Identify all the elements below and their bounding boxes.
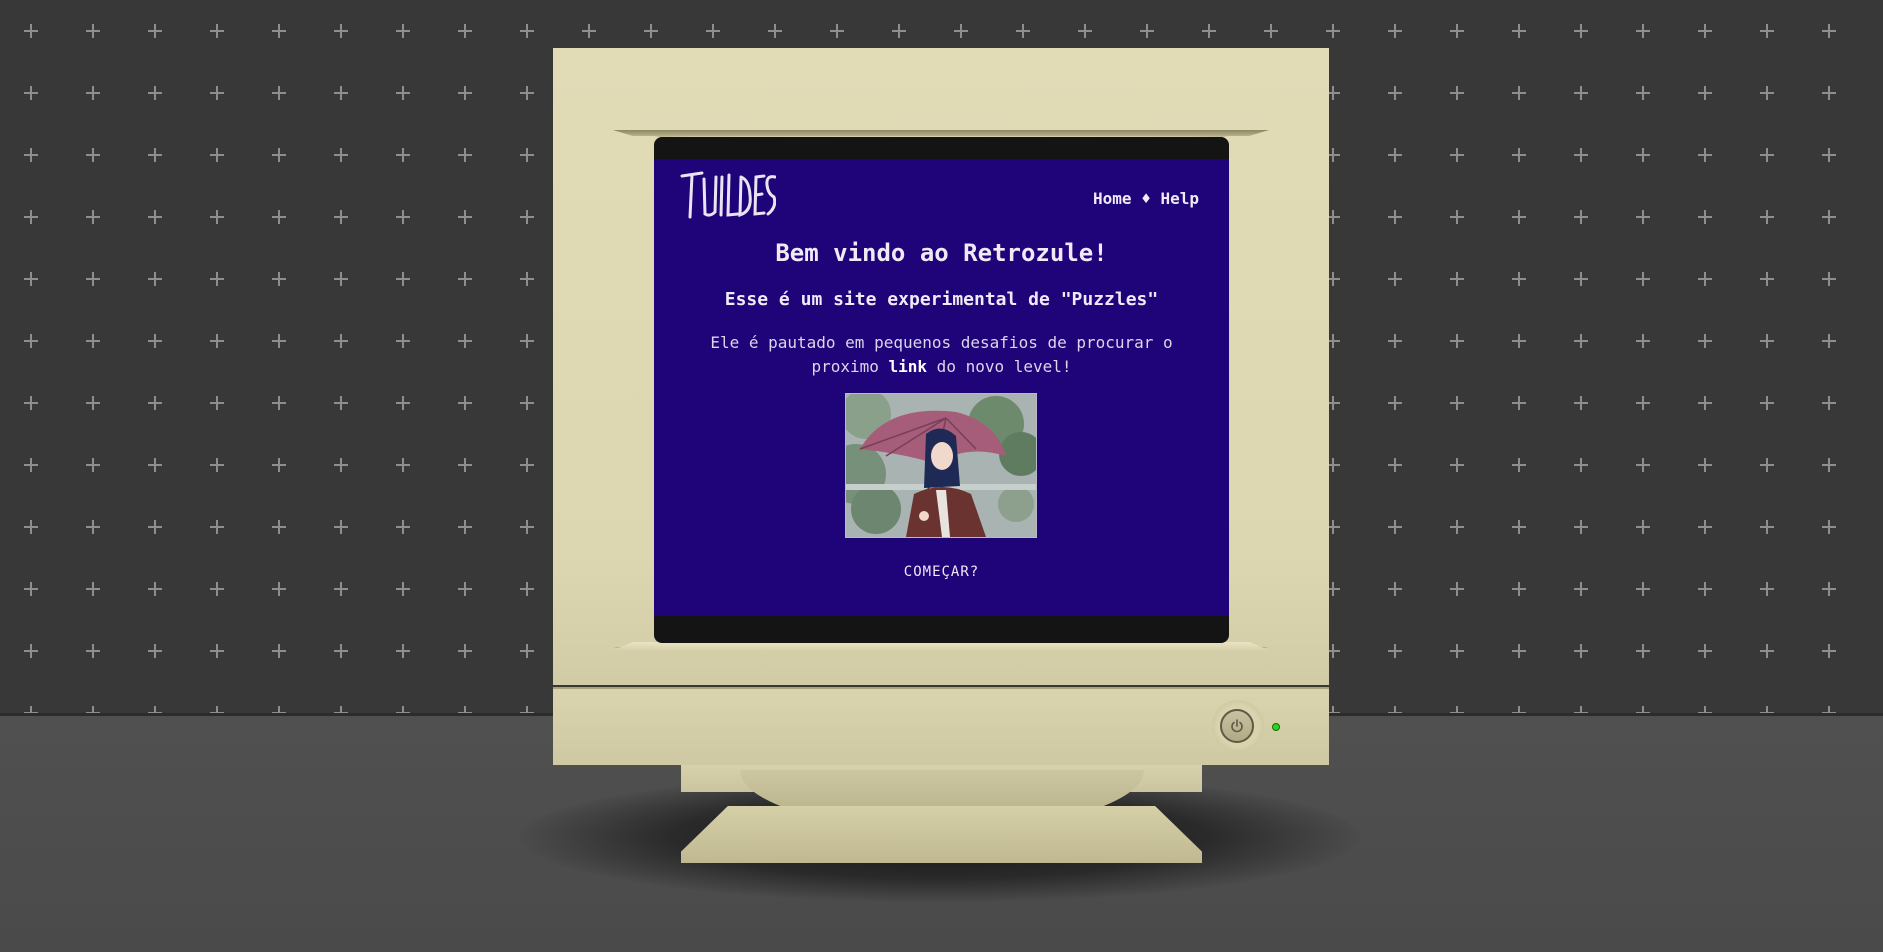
page-title: Bem vindo ao Retrozule! bbox=[775, 239, 1108, 267]
site-logo[interactable] bbox=[680, 167, 777, 227]
power-icon bbox=[1231, 719, 1243, 733]
nav-home-link[interactable]: Home bbox=[1093, 189, 1132, 208]
top-nav: Home ♦ Help bbox=[1093, 189, 1199, 208]
nav-separator: ♦ bbox=[1141, 189, 1151, 208]
screen-recess-bottom bbox=[613, 642, 1269, 650]
page-description: Ele é pautado em pequenos desafios de pr… bbox=[694, 331, 1189, 379]
description-text-2: do novo level! bbox=[927, 357, 1072, 376]
power-button[interactable] bbox=[1220, 709, 1254, 743]
start-button[interactable]: COMEÇAR? bbox=[654, 564, 1229, 580]
anime-girl-umbrella-image bbox=[826, 389, 1043, 538]
power-led bbox=[1272, 723, 1280, 731]
logo-wordmark bbox=[680, 171, 777, 219]
screen-recess-top bbox=[613, 130, 1269, 136]
page-subtitle: Esse é um site experimental de "Puzzles" bbox=[724, 289, 1159, 310]
description-bold-link: link bbox=[888, 357, 928, 376]
nav-help-link[interactable]: Help bbox=[1160, 189, 1199, 208]
screen: Home ♦ Help Bem vindo ao Retrozule! Esse… bbox=[654, 159, 1229, 616]
monitor-base-plate bbox=[681, 806, 1202, 863]
